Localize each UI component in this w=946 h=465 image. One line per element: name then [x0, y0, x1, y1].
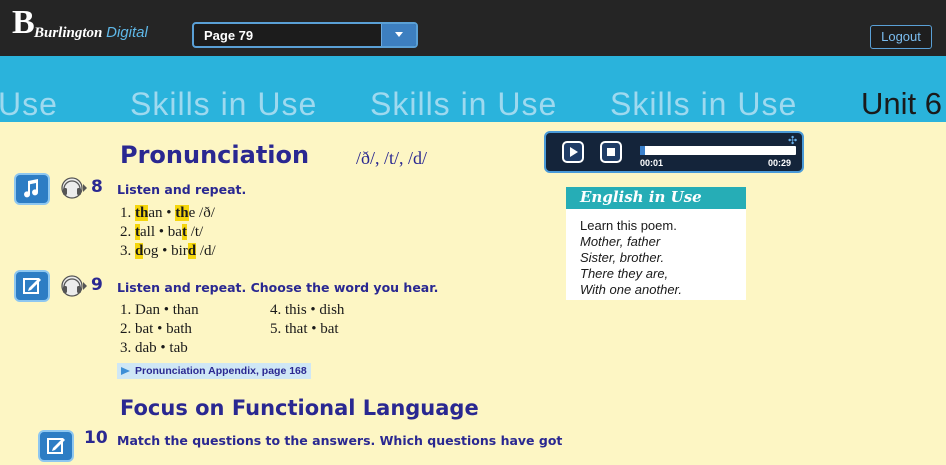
- logo-text: Burlington Digital: [34, 24, 148, 42]
- exercise-9-item: 4. this • dish: [270, 302, 345, 318]
- exercise-8-item-2: 2. tall • bat /t/: [120, 224, 204, 240]
- total-time: 00:29: [768, 158, 792, 168]
- highlighted-sound: d: [187, 243, 197, 259]
- music-note-icon: [24, 179, 39, 198]
- word-part: og: [143, 243, 159, 259]
- item-number: 1.: [120, 205, 132, 221]
- edit-button[interactable]: [38, 430, 74, 462]
- chevron-down-icon: [395, 32, 403, 37]
- exercise-8-item-1: 1. than • the /ð/: [120, 205, 215, 221]
- word-part: an: [148, 205, 163, 221]
- exercise-8-item-3: 3. dog • bird /d/: [120, 243, 216, 259]
- english-in-use-header: English in Use: [566, 187, 746, 209]
- item-number: 2.: [120, 224, 132, 240]
- poem-line: Sister, brother.: [580, 250, 665, 265]
- banner-text: Skills in Use: [130, 86, 318, 122]
- pronunciation-heading: Pronunciation: [120, 141, 310, 169]
- edit-icon: [23, 278, 41, 294]
- poem-line: Learn this poem.: [580, 218, 677, 233]
- pronunciation-appendix-link[interactable]: Pronunciation Appendix, page 168: [117, 363, 311, 379]
- exercise-9-item: 5. that • bat: [270, 321, 339, 337]
- word-part: all: [140, 224, 155, 240]
- progress-bar[interactable]: [640, 146, 796, 155]
- unit-label: Unit 6: [861, 86, 942, 121]
- exercise-10-number: 10: [84, 428, 108, 448]
- exercise-8-instruction: Listen and repeat.: [117, 182, 247, 197]
- exercise-9-item: 1. Dan • than: [120, 302, 199, 318]
- english-in-use-box: English in Use Learn this poem. Mother, …: [566, 187, 746, 300]
- arrow-right-icon: [121, 367, 130, 375]
- exercise-9-item: 2. bat • bath: [120, 321, 192, 337]
- poem-line: Mother, father: [580, 234, 661, 249]
- page-select-value: Page 79: [204, 28, 254, 43]
- logo-brand: Burlington: [34, 25, 103, 41]
- highlighted-sound: th: [175, 205, 189, 221]
- skills-banner: Use Skills in Use Skills in Use Skills i…: [0, 56, 946, 122]
- edit-icon: [47, 438, 65, 454]
- page-select-dropdown-button[interactable]: [381, 24, 416, 46]
- phoneme-list: /ð/, /t/, /d/: [356, 148, 428, 168]
- item-number: 3.: [120, 243, 132, 259]
- exercise-9-item: 3. dab • tab: [120, 340, 188, 356]
- audio-cd-icon: [61, 177, 87, 199]
- word-part: e: [188, 205, 196, 221]
- page-select[interactable]: Page 79: [192, 22, 418, 48]
- stop-button[interactable]: [600, 141, 622, 163]
- phoneme: /t/: [190, 224, 204, 240]
- highlighted-sound: t: [181, 224, 187, 240]
- logo-product: Digital: [106, 24, 148, 41]
- poem-line: With one another.: [580, 282, 683, 297]
- word-part: ba: [167, 224, 182, 240]
- phoneme: /d/: [199, 243, 216, 259]
- audio-cd-icon: [61, 275, 87, 297]
- banner-text: Skills in Use: [370, 86, 558, 122]
- edit-button[interactable]: [14, 270, 50, 302]
- audio-player: 00:01 00:29 ✣: [544, 131, 804, 173]
- progress-fill: [640, 146, 645, 155]
- banner-text: Use: [0, 86, 58, 122]
- play-button[interactable]: [562, 141, 584, 163]
- play-icon: [570, 147, 578, 157]
- top-bar: B Burlington Digital Page 79 Logout: [0, 0, 946, 56]
- word-part: bir: [171, 243, 188, 259]
- phoneme: /ð/: [199, 205, 215, 221]
- logo-letter: B: [12, 4, 35, 41]
- exercise-8-number: 8: [91, 177, 103, 197]
- english-in-use-title: English in Use: [580, 188, 702, 206]
- exercise-9-number: 9: [91, 275, 103, 295]
- exercise-10-instruction: Match the questions to the answers. Whic…: [117, 433, 563, 448]
- banner-text: Skills in Use: [610, 86, 798, 122]
- exercise-9-instruction: Listen and repeat. Choose the word you h…: [117, 280, 439, 295]
- move-icon[interactable]: ✣: [788, 134, 797, 147]
- functional-language-heading: Focus on Functional Language: [120, 396, 479, 420]
- highlighted-sound: th: [135, 205, 149, 221]
- poem-line: There they are,: [580, 266, 669, 281]
- logout-button[interactable]: Logout: [870, 25, 932, 49]
- current-time: 00:01: [640, 158, 664, 168]
- music-note-button[interactable]: [14, 173, 50, 205]
- appendix-label: Pronunciation Appendix, page 168: [135, 365, 307, 377]
- stop-icon: [607, 148, 615, 156]
